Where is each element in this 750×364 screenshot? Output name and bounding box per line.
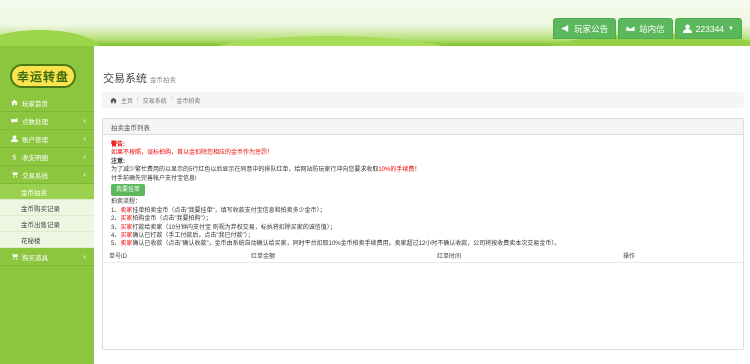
cart-icon <box>11 253 18 260</box>
chevron-left-icon: ‹ <box>83 134 86 143</box>
mail-button[interactable]: 站内信 <box>618 18 673 39</box>
chevron-down-icon: ‹ <box>83 170 86 179</box>
breadcrumb-home[interactable]: 主页 <box>121 96 133 105</box>
user-icon <box>682 24 692 33</box>
logo: 幸运转盘 <box>10 64 76 88</box>
breadcrumb-current: 金币拍卖 <box>176 98 201 105</box>
header-banner: 玩家公告 站内信 223344 ▼ <box>0 0 750 46</box>
note-heading: 注意: <box>111 158 125 165</box>
top-nav: 玩家公告 站内信 223344 ▼ <box>553 18 742 39</box>
submenu-item-auction[interactable]: 金币拍卖 <box>0 184 94 200</box>
flow-step: 3、买家打款给卖家（10分钟内支付宝 则视为弃权交易，标执将扣除买家的诚信值）； <box>111 224 336 231</box>
panel-body: 警告: 如果不按照，误标拍购，首以金扣除您相应的金币作为惩罚！ 注意: 为了减少… <box>103 135 743 255</box>
trade-submenu: 金币拍卖 金币购买记录 金币出售记录 花秘楼 <box>0 184 94 248</box>
submenu-item-buy-records[interactable]: 金币购买记录 <box>0 200 94 216</box>
main-content: 交易系统 金币拍卖 主页 / 交易系统 / 金币拍卖 拍卖金币列表 警告: 如果不… <box>94 46 750 364</box>
auction-panel: 拍卖金币列表 警告: 如果不按照，误标拍购，首以金扣除您相应的金币作为惩罚！ 注… <box>102 118 744 350</box>
table-header: 单号ID 红单金额 红单时间 操作 <box>103 249 743 263</box>
flow-step: 5、卖家确认已收款（点击"确认收款"，金币由系统自动确认给买家，同时平台扣取10… <box>111 241 561 248</box>
breadcrumb-trade[interactable]: 交易系统 <box>143 96 167 105</box>
sidebar-item-account[interactable]: 账户管理 ‹ <box>0 130 94 148</box>
panel-title: 拍卖金币列表 <box>103 119 743 135</box>
flow-step: 2、买家拍购金币（点击"我要拍购"）； <box>111 216 212 223</box>
notice-button[interactable]: 玩家公告 <box>553 18 617 39</box>
sidebar-item-finance[interactable]: $ 收支明细 ‹ <box>0 148 94 166</box>
sidebar-menu: 玩家首页 点数处理 ‹ 账户管理 ‹ $ 收支明细 ‹ 交易系统 ‹ 金币拍卖 … <box>0 94 94 266</box>
breadcrumb: 主页 / 交易系统 / 金币拍卖 <box>102 92 744 108</box>
home-icon <box>11 99 18 106</box>
flow-step: 1、卖家挂单拍卖金币（点击"我要挂单"，填写收款支付宝信息和拍卖多少金币）； <box>111 207 326 214</box>
flow-heading: 拍卖流程： <box>111 199 142 206</box>
post-order-button[interactable]: 我要挂单 <box>111 184 146 197</box>
page-subtitle: 金币拍卖 <box>150 77 176 84</box>
transfer-icon <box>11 117 18 124</box>
sidebar-item-shop[interactable]: 购买道具 ‹ <box>0 248 94 266</box>
page-title: 交易系统 金币拍卖 <box>103 73 176 85</box>
note-line2: 付手前确先完善帐户支付宝信息! <box>111 175 197 182</box>
money-icon: $ <box>11 153 18 161</box>
chevron-left-icon: ‹ <box>83 152 86 161</box>
warning-text: 如果不按照，误标拍购，首以金扣除您相应的金币作为惩罚！ <box>111 150 274 157</box>
flow-step: 4、买家确认已打款（手工付款后，点击"我已付款"）； <box>111 233 254 240</box>
column-header-time: 红单时间 <box>437 254 462 260</box>
chevron-left-icon: ‹ <box>83 252 86 261</box>
submenu-item-sell-records[interactable]: 金币出售记录 <box>0 216 94 232</box>
chevron-left-icon: ‹ <box>83 116 86 125</box>
note-text: 为了减少繁忙费用的以显示的5行红色以后显示在同意中的排队红单，给网站防玩家行冲向… <box>111 167 421 174</box>
cart-icon <box>11 171 18 178</box>
megaphone-icon <box>562 24 569 33</box>
user-menu-button[interactable]: 223344 ▼ <box>674 18 742 39</box>
home-icon <box>110 97 117 104</box>
envelope-icon <box>626 25 636 32</box>
svg-text:$: $ <box>12 153 16 160</box>
submenu-item-huami[interactable]: 花秘楼 <box>0 232 94 248</box>
column-header-amount: 红单金额 <box>251 254 276 260</box>
sidebar-item-trade[interactable]: 交易系统 ‹ <box>0 166 94 184</box>
column-header-action: 操作 <box>623 254 636 260</box>
column-header-id: 单号ID <box>109 254 128 260</box>
user-icon <box>11 135 18 142</box>
warning-heading: 警告: <box>111 142 125 148</box>
sidebar-item-home[interactable]: 玩家首页 <box>0 94 94 112</box>
caret-down-icon: ▼ <box>728 25 734 32</box>
sidebar-item-points[interactable]: 点数处理 ‹ <box>0 112 94 130</box>
